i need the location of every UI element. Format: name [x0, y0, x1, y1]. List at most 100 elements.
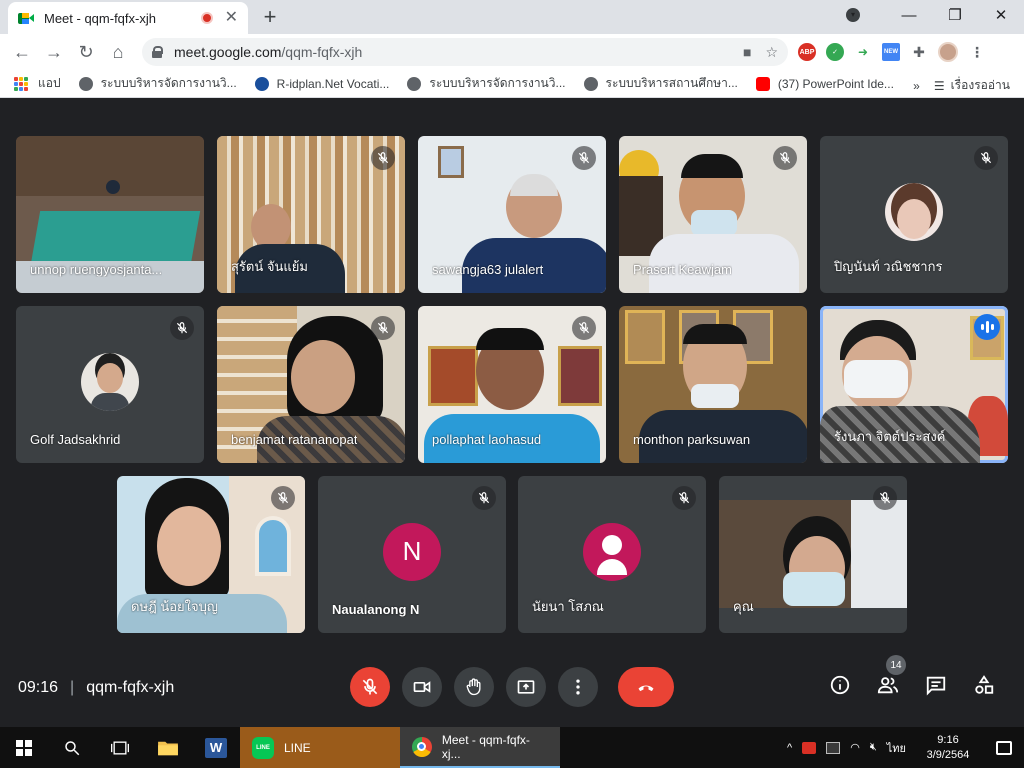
- reload-button[interactable]: ↻: [70, 42, 102, 63]
- meeting-details-button[interactable]: [828, 673, 852, 697]
- apps-grid-icon: [14, 76, 28, 91]
- reading-list-icon[interactable]: ☰: [934, 79, 945, 93]
- adblock-plus-icon[interactable]: ABP: [798, 43, 816, 61]
- participant-tile[interactable]: N Naualanong N: [318, 476, 506, 633]
- bookmark-item[interactable]: (37) PowerPoint Ide...: [755, 76, 894, 91]
- tab-search-icon[interactable]: ▾: [846, 8, 860, 22]
- bookmark-item[interactable]: ระบบบริหารจัดการงานวิ...: [407, 74, 566, 93]
- participant-tile[interactable]: unnop ruengyosjanta...: [16, 136, 204, 293]
- close-window-button[interactable]: ✕: [978, 6, 1024, 24]
- leave-call-button[interactable]: [618, 667, 674, 707]
- taskbar-app-chrome[interactable]: Meet - qqm-fqfx-xj...: [400, 727, 560, 768]
- present-screen-button[interactable]: [506, 667, 546, 707]
- activities-button[interactable]: [972, 673, 996, 697]
- word-icon: W: [205, 737, 227, 758]
- address-bar[interactable]: meet.google.com/qqm-fqfx-xjh ■ ☆: [142, 38, 788, 66]
- raise-hand-button[interactable]: [454, 667, 494, 707]
- home-button[interactable]: ⌂: [102, 42, 134, 63]
- taskbar-clock[interactable]: 9:16 3/9/2564: [916, 733, 980, 763]
- bookmark-item[interactable]: ระบบบริหารสถานศึกษา...: [583, 74, 738, 93]
- mic-off-icon: [362, 678, 378, 695]
- participant-tile[interactable]: ปิญนันท์ วณิชชากร: [820, 136, 1008, 293]
- chrome-menu-icon[interactable]: ⋮: [968, 43, 986, 61]
- participant-tile[interactable]: ดษฎี น้อยใจบุญ: [117, 476, 305, 633]
- extension-arrow-icon[interactable]: ➜: [854, 43, 872, 61]
- bookmark-item[interactable]: R-idplan.Net Vocati...: [254, 76, 390, 91]
- taskbar-app-label: LINE: [284, 740, 311, 755]
- volume-muted-icon[interactable]: 🔇︎: [870, 741, 877, 754]
- toggle-camera-button[interactable]: [402, 667, 442, 707]
- search-button[interactable]: [48, 727, 96, 768]
- forward-button[interactable]: →: [38, 42, 70, 63]
- muted-mic-icon: [271, 486, 295, 510]
- reading-list-label[interactable]: เรื่องรออ่าน: [951, 76, 1010, 95]
- participants-button[interactable]: 14: [876, 655, 906, 697]
- participant-name: pollaphat laohasud: [432, 432, 542, 447]
- lock-icon[interactable]: [152, 46, 163, 58]
- participant-tile[interactable]: pollaphat laohasud: [418, 306, 606, 463]
- tray-app-icon[interactable]: [802, 741, 817, 754]
- globe-icon: [78, 76, 93, 91]
- back-button[interactable]: ←: [6, 42, 38, 63]
- more-options-button[interactable]: [558, 667, 598, 707]
- file-explorer-button[interactable]: [144, 727, 192, 768]
- hand-icon: [466, 678, 481, 696]
- participant-tile-self[interactable]: คุณ: [719, 476, 907, 633]
- extension-new-icon[interactable]: NEW: [882, 43, 900, 61]
- participant-tile[interactable]: Prasert Keawjam: [619, 136, 807, 293]
- meeting-time: 09:16: [18, 679, 59, 696]
- extensions-puzzle-icon[interactable]: ✚: [910, 43, 928, 61]
- chrome-icon: [412, 736, 432, 757]
- extension-shield-icon[interactable]: ✓: [826, 43, 844, 61]
- bookmark-label: ระบบบริหารสถานศึกษา...: [605, 76, 738, 90]
- start-button[interactable]: [0, 727, 48, 768]
- new-tab-button[interactable]: +: [258, 4, 282, 30]
- toggle-microphone-button[interactable]: [350, 667, 390, 707]
- more-vertical-icon: [576, 679, 580, 695]
- camera-permission-icon[interactable]: ■: [743, 44, 751, 60]
- minimize-button[interactable]: —: [886, 7, 932, 24]
- notifications-icon[interactable]: [996, 740, 1012, 755]
- bookmark-label: R-idplan.Net Vocati...: [276, 76, 390, 91]
- chat-button[interactable]: [924, 673, 948, 697]
- call-controls: [350, 667, 674, 707]
- muted-mic-icon: [371, 316, 395, 340]
- camera-icon: [413, 681, 431, 693]
- windows-taskbar: W LINE LINE Meet - qqm-fqfx-xj... ^ ◠ 🔇︎…: [0, 727, 1024, 768]
- present-icon: [517, 680, 535, 694]
- clock-time: 9:16: [937, 733, 959, 746]
- participant-tile[interactable]: sawangja63 julalert: [418, 136, 606, 293]
- participant-tile[interactable]: นัยนา โสภณ: [518, 476, 706, 633]
- profile-avatar[interactable]: [938, 42, 958, 62]
- bookmarks-overflow-button[interactable]: »: [913, 79, 920, 93]
- bookmark-star-icon[interactable]: ☆: [765, 44, 778, 61]
- participant-tile[interactable]: Golf Jadsakhrid: [16, 306, 204, 463]
- participant-tile-active-speaker[interactable]: รังนภา จิตต์ประสงค์: [820, 306, 1008, 463]
- participant-tile[interactable]: สุรัตน์ จันแย้ม: [217, 136, 405, 293]
- meeting-stage: unnop ruengyosjanta... สุรัตน์ จันแย้ม s…: [0, 99, 1024, 727]
- bookmarks-bar: แอป ระบบบริหารจัดการงานวิ... R-idplan.Ne…: [0, 70, 1024, 98]
- participant-tile[interactable]: monthon parksuwan: [619, 306, 807, 463]
- restore-button[interactable]: ❐: [932, 6, 978, 24]
- system-tray: ^ ◠ 🔇︎ ไทย 9:16 3/9/2564: [787, 727, 1024, 768]
- close-tab-icon[interactable]: ✕: [225, 10, 238, 26]
- participant-name: คุณ: [733, 599, 754, 614]
- tray-battery-icon[interactable]: [826, 741, 841, 754]
- task-view-button[interactable]: [96, 727, 144, 768]
- browser-tab-meet[interactable]: Meet - qqm-fqfx-xjh ✕: [8, 2, 248, 34]
- input-language[interactable]: ไทย: [887, 739, 906, 757]
- muted-mic-icon: [572, 146, 596, 170]
- word-button[interactable]: W: [192, 727, 240, 768]
- taskbar-app-line[interactable]: LINE LINE: [240, 727, 400, 768]
- participant-tile[interactable]: benjamat ratananopat: [217, 306, 405, 463]
- participant-name: ดษฎี น้อยใจบุญ: [131, 599, 218, 614]
- apps-shortcut[interactable]: แอป: [14, 74, 61, 93]
- separator: |: [70, 679, 75, 696]
- chat-icon: [926, 676, 946, 696]
- clock-date: 3/9/2564: [926, 748, 970, 761]
- bookmark-label: (37) PowerPoint Ide...: [777, 76, 894, 91]
- bookmark-item[interactable]: ระบบบริหารจัดการงานวิ...: [78, 74, 237, 93]
- wifi-icon[interactable]: ◠: [850, 741, 860, 754]
- profile-photo-avatar: [885, 182, 943, 241]
- show-hidden-icons-button[interactable]: ^: [787, 742, 792, 754]
